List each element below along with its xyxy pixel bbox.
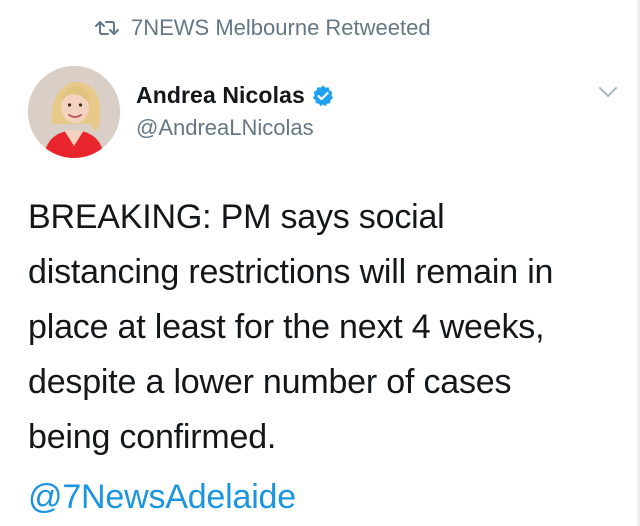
tweet-card: 7NEWS Melbourne Retweeted Andrea Nicolas [0, 0, 640, 526]
tweet-header: Andrea Nicolas @AndreaLNicolas [28, 66, 620, 162]
display-name[interactable]: Andrea Nicolas [136, 82, 305, 109]
retweet-context[interactable]: 7NEWS Melbourne Retweeted [95, 15, 431, 41]
verified-badge-icon [311, 84, 335, 108]
tweet-text: BREAKING: PM says social distancing rest… [28, 190, 618, 465]
avatar[interactable] [28, 66, 120, 158]
mention-link[interactable]: @7NewsAdelaide [28, 478, 296, 517]
tweet-line: being confirmed. [28, 418, 277, 456]
scroll-edge [636, 0, 640, 526]
tweet-line: place at least for the next 4 weeks, [28, 308, 545, 346]
tweet-line: despite a lower number of cases [28, 363, 512, 401]
chevron-down-icon[interactable] [598, 86, 618, 98]
author-names: Andrea Nicolas @AndreaLNicolas [136, 82, 335, 141]
retweet-label: 7NEWS Melbourne Retweeted [131, 15, 431, 40]
display-name-row[interactable]: Andrea Nicolas [136, 82, 335, 109]
retweet-icon [95, 18, 119, 38]
user-handle[interactable]: @AndreaLNicolas [136, 115, 335, 141]
tweet-line: distancing restrictions will remain in [28, 253, 554, 291]
tweet-line: BREAKING: PM says social [28, 198, 445, 236]
